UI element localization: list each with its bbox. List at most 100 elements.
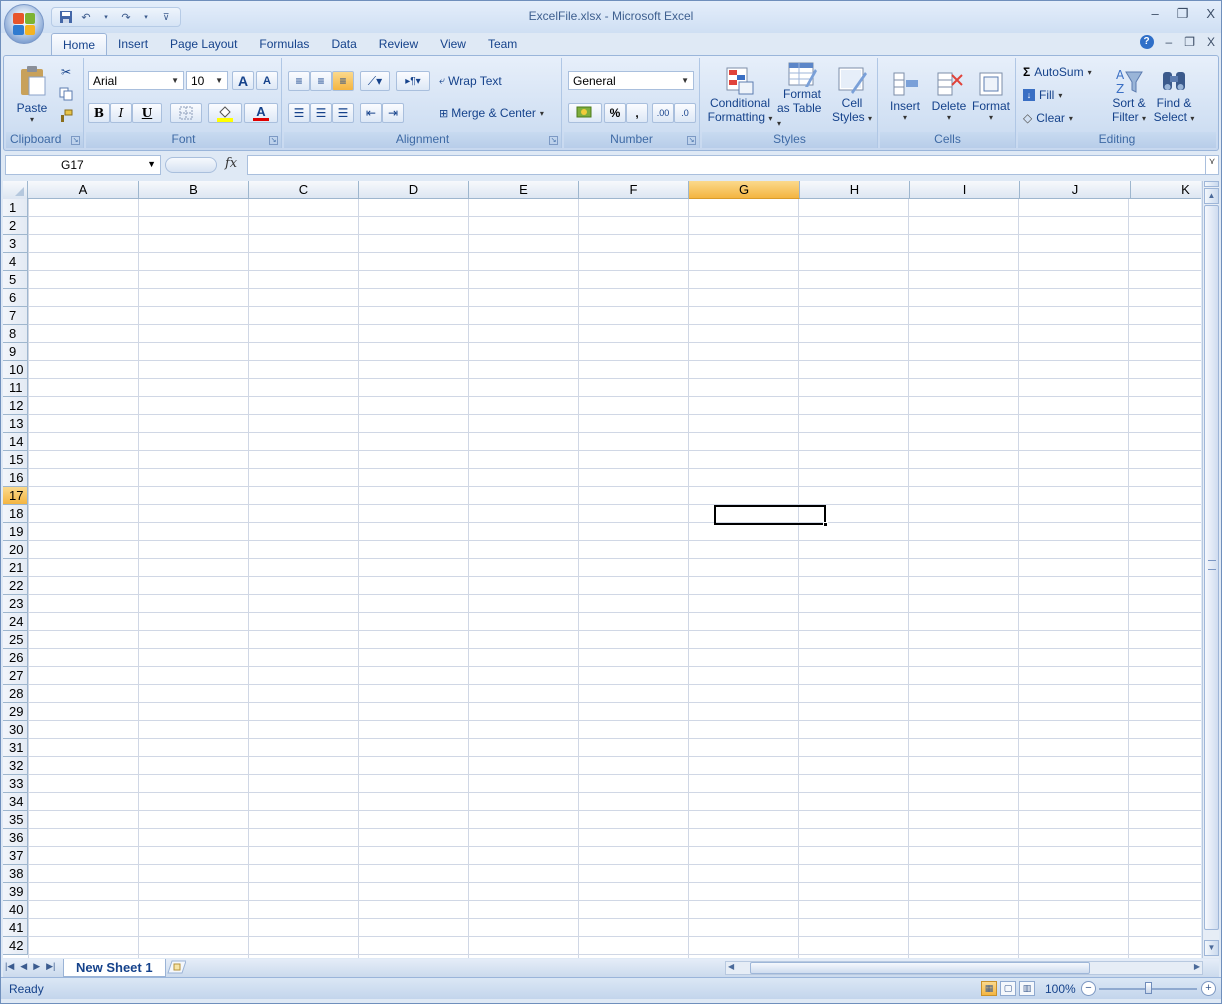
top-align-icon[interactable]: ≡ [288, 71, 310, 91]
column-header-a[interactable]: A [28, 181, 139, 199]
chevron-down-icon[interactable]: ▼ [147, 159, 156, 169]
row-header-42[interactable]: 42 [3, 937, 28, 955]
font-launcher-icon[interactable]: ↘ [269, 136, 278, 145]
align-left-icon[interactable]: ☰ [288, 103, 310, 123]
row-header-37[interactable]: 37 [3, 847, 28, 865]
column-header-h[interactable]: H [800, 181, 910, 199]
row-header-40[interactable]: 40 [3, 901, 28, 919]
fill-color-button[interactable] [208, 103, 242, 123]
scroll-down-icon[interactable]: ▼ [1204, 940, 1219, 956]
column-header-j[interactable]: J [1020, 181, 1131, 199]
tab-page-layout[interactable]: Page Layout [159, 33, 248, 55]
insert-cells-button[interactable]: Insert ▾ [884, 60, 926, 130]
row-header-35[interactable]: 35 [3, 811, 28, 829]
column-header-d[interactable]: D [359, 181, 469, 199]
row-header-13[interactable]: 13 [3, 415, 28, 433]
decrease-decimal-button[interactable]: .0 [674, 103, 696, 123]
format-painter-icon[interactable] [56, 106, 76, 126]
percent-style-button[interactable]: % [604, 103, 626, 123]
row-header-18[interactable]: 18 [3, 505, 28, 523]
text-direction-icon[interactable]: ▸¶▾ [396, 71, 430, 91]
increase-indent-icon[interactable]: ⇥ [382, 103, 404, 123]
row-header-1[interactable]: 1 [3, 199, 28, 217]
column-header-b[interactable]: B [139, 181, 249, 199]
font-name-combo[interactable]: Arial ▼ [88, 71, 184, 90]
row-header-10[interactable]: 10 [3, 361, 28, 379]
row-header-33[interactable]: 33 [3, 775, 28, 793]
format-as-table-button[interactable]: Format as Table ▾ [776, 60, 828, 130]
expand-formula-bar-icon[interactable]: ⋎ [1205, 155, 1219, 175]
clipboard-launcher-icon[interactable]: ↘ [71, 136, 80, 145]
insert-sheet-icon[interactable] [163, 960, 189, 976]
normal-view-icon[interactable]: ▦ [981, 981, 997, 996]
row-header-9[interactable]: 9 [3, 343, 28, 361]
font-size-combo[interactable]: 10 ▼ [186, 71, 228, 90]
row-header-29[interactable]: 29 [3, 703, 28, 721]
scroll-left-icon[interactable]: ◀ [728, 962, 734, 971]
select-all-button[interactable] [3, 181, 28, 199]
insert-function-icon[interactable]: fx [225, 156, 237, 171]
align-center-icon[interactable]: ☰ [310, 103, 332, 123]
row-header-28[interactable]: 28 [3, 685, 28, 703]
tab-view[interactable]: View [429, 33, 477, 55]
row-header-39[interactable]: 39 [3, 883, 28, 901]
scroll-right-icon[interactable]: ▶ [1194, 962, 1200, 971]
fill-handle[interactable] [823, 522, 828, 527]
row-header-8[interactable]: 8 [3, 325, 28, 343]
row-header-24[interactable]: 24 [3, 613, 28, 631]
tab-data[interactable]: Data [320, 33, 367, 55]
row-header-25[interactable]: 25 [3, 631, 28, 649]
doc-restore-button[interactable]: ❐ [1184, 35, 1195, 49]
middle-align-icon[interactable]: ≡ [310, 71, 332, 91]
wrap-text-button[interactable]: ⤶ Wrap Text [438, 71, 558, 91]
row-header-26[interactable]: 26 [3, 649, 28, 667]
zoom-out-button[interactable]: − [1081, 981, 1096, 996]
row-header-30[interactable]: 30 [3, 721, 28, 739]
vertical-scrollbar[interactable]: ▲ ▼ [1202, 181, 1219, 958]
row-header-6[interactable]: 6 [3, 289, 28, 307]
row-header-15[interactable]: 15 [3, 451, 28, 469]
worksheet-grid[interactable]: A B C D E F G H I J K 1 2 3 4 5 6 7 8 9 10 11 12 13 1… [3, 181, 1201, 958]
formula-bar-splitter[interactable] [165, 157, 217, 173]
cell-styles-button[interactable]: Cell Styles ▾ [830, 60, 874, 130]
row-header-7[interactable]: 7 [3, 307, 28, 325]
name-box[interactable]: G17 ▼ [5, 155, 161, 175]
tab-review[interactable]: Review [368, 33, 429, 55]
horizontal-scrollbar[interactable]: ◀ ▶ [725, 961, 1203, 975]
close-button[interactable]: X [1206, 6, 1215, 22]
tab-team[interactable]: Team [477, 33, 528, 55]
last-sheet-icon[interactable]: ▶| [46, 961, 55, 972]
next-sheet-icon[interactable]: ▶ [33, 961, 40, 972]
orientation-icon[interactable]: ⟋▾ [360, 71, 390, 91]
column-header-f[interactable]: F [579, 181, 689, 199]
tab-insert[interactable]: Insert [107, 33, 159, 55]
office-button[interactable] [4, 4, 44, 44]
row-header-19[interactable]: 19 [3, 523, 28, 541]
copy-icon[interactable] [56, 84, 76, 104]
row-header-21[interactable]: 21 [3, 559, 28, 577]
row-header-20[interactable]: 20 [3, 541, 28, 559]
page-layout-view-icon[interactable]: ▢ [1000, 981, 1016, 996]
format-cells-button[interactable]: Format ▾ [970, 60, 1012, 130]
row-header-36[interactable]: 36 [3, 829, 28, 847]
doc-minimize-button[interactable]: – [1166, 35, 1173, 49]
italic-button[interactable]: I [110, 103, 132, 123]
accounting-format-icon[interactable] [568, 103, 602, 123]
row-header-38[interactable]: 38 [3, 865, 28, 883]
page-break-view-icon[interactable]: ▥ [1019, 981, 1035, 996]
conditional-formatting-button[interactable]: Conditional Formatting ▾ [706, 60, 774, 130]
row-header-41[interactable]: 41 [3, 919, 28, 937]
tab-formulas[interactable]: Formulas [248, 33, 320, 55]
split-box[interactable] [1204, 181, 1219, 187]
row-header-27[interactable]: 27 [3, 667, 28, 685]
cell-area[interactable] [28, 199, 1201, 958]
row-header-5[interactable]: 5 [3, 271, 28, 289]
row-header-22[interactable]: 22 [3, 577, 28, 595]
doc-close-button[interactable]: X [1207, 35, 1215, 49]
clear-button[interactable]: ◇ Clear ▾ [1022, 108, 1106, 128]
decrease-indent-icon[interactable]: ⇤ [360, 103, 382, 123]
column-header-g[interactable]: G [689, 181, 800, 199]
row-header-4[interactable]: 4 [3, 253, 28, 271]
prev-sheet-icon[interactable]: ◀ [20, 961, 27, 972]
vertical-scroll-thumb[interactable] [1204, 205, 1219, 930]
